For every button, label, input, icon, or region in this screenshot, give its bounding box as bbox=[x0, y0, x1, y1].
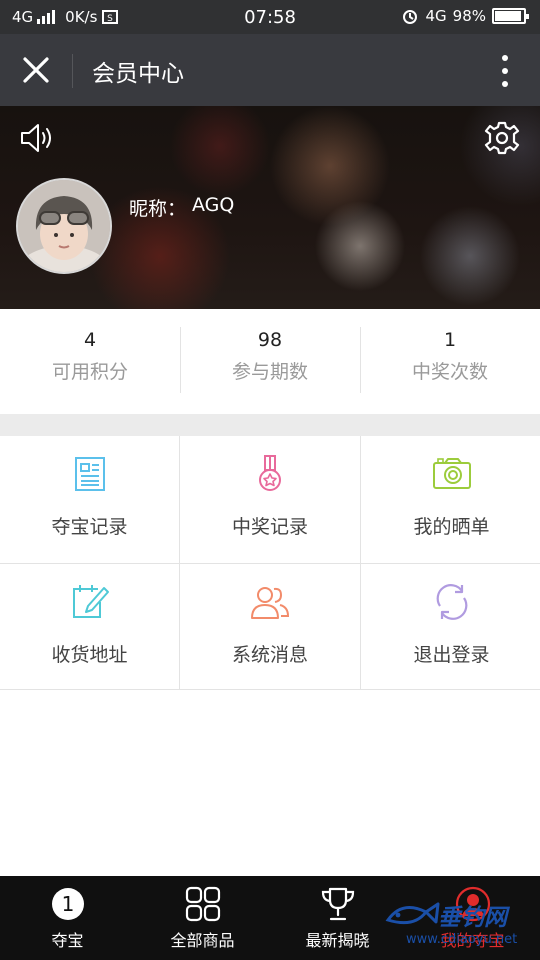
menu-label: 系统消息 bbox=[231, 644, 308, 666]
gear-icon bbox=[484, 121, 520, 155]
nav-item-treasure[interactable]: 1 夺宝 bbox=[0, 876, 135, 960]
status-bar: 4G 0K/s S 07:58 4G 98% bbox=[0, 0, 540, 34]
stat-value: 98 bbox=[257, 329, 283, 351]
stat-label: 中奖次数 bbox=[411, 361, 488, 383]
baby-avatar-image bbox=[18, 180, 110, 272]
number-one-icon: 1 bbox=[51, 888, 84, 920]
stat-label: 参与期数 bbox=[231, 361, 308, 383]
menu-label: 中奖记录 bbox=[231, 516, 308, 538]
trophy-icon bbox=[321, 887, 354, 921]
nav-label: 最新揭晓 bbox=[305, 931, 370, 950]
camera-icon bbox=[432, 458, 471, 489]
more-button[interactable] bbox=[490, 52, 520, 90]
status-right: 4G 98% bbox=[401, 7, 529, 25]
nav-item-latest-results[interactable]: 最新揭晓 bbox=[270, 876, 405, 960]
newspaper-icon bbox=[74, 457, 105, 491]
nav-item-all-products[interactable]: 全部商品 bbox=[135, 876, 270, 960]
nickname-label: 昵称： bbox=[129, 198, 187, 220]
nav-label: 全部商品 bbox=[170, 931, 235, 950]
close-button[interactable] bbox=[14, 48, 58, 92]
nav-label: 夺宝 bbox=[51, 931, 84, 950]
menu-grid: 夺宝记录 中奖记录 我的晒单 收货地址 系统消息 退出登录 bbox=[0, 436, 540, 691]
nav-badge: 1 bbox=[61, 892, 74, 916]
section-divider bbox=[0, 414, 540, 436]
close-icon bbox=[23, 57, 49, 83]
nickname: 昵称： AGQ bbox=[129, 194, 234, 221]
refresh-icon bbox=[436, 584, 467, 620]
speaker-icon bbox=[21, 124, 51, 152]
more-vertical-icon bbox=[502, 55, 508, 87]
network-type-right: 4G bbox=[425, 7, 447, 25]
sound-button[interactable] bbox=[18, 120, 58, 156]
title-bar: 会员中心 bbox=[0, 34, 540, 106]
menu-item-shipping-address[interactable]: 收货地址 bbox=[0, 564, 179, 691]
settings-button[interactable] bbox=[484, 120, 520, 156]
users-icon bbox=[251, 587, 290, 619]
nav-item-my-treasure[interactable]: 我的夺宝 bbox=[405, 876, 540, 960]
stat-value: 4 bbox=[83, 329, 97, 351]
stat-wins[interactable]: 1 中奖次数 bbox=[360, 309, 540, 414]
grid-icon bbox=[185, 886, 220, 922]
stat-label: 可用积分 bbox=[51, 361, 128, 383]
avatar[interactable] bbox=[16, 178, 112, 274]
menu-item-my-showcase[interactable]: 我的晒单 bbox=[361, 436, 540, 563]
alarm-icon bbox=[403, 10, 418, 24]
grid-bottom-border bbox=[0, 689, 540, 690]
menu-label: 我的晒单 bbox=[413, 516, 490, 538]
page-title: 会员中心 bbox=[92, 61, 184, 87]
menu-item-logout[interactable]: 退出登录 bbox=[361, 564, 540, 691]
menu-label: 收货地址 bbox=[51, 644, 128, 666]
edit-calendar-icon bbox=[72, 585, 109, 618]
battery-icon bbox=[492, 8, 529, 24]
nickname-value: AGQ bbox=[192, 194, 235, 216]
menu-label: 退出登录 bbox=[413, 644, 490, 666]
bottom-nav: 1 夺宝 全部商品 最新揭晓 我的夺宝 bbox=[0, 876, 540, 960]
menu-label: 夺宝记录 bbox=[51, 516, 128, 538]
title-divider bbox=[72, 54, 73, 88]
stat-points[interactable]: 4 可用积分 bbox=[0, 309, 180, 414]
menu-item-system-messages[interactable]: 系统消息 bbox=[180, 564, 360, 691]
stat-participations[interactable]: 98 参与期数 bbox=[180, 309, 360, 414]
medal-icon bbox=[259, 455, 281, 491]
stats-bar: 4 可用积分 98 参与期数 1 中奖次数 bbox=[0, 309, 540, 414]
nav-label: 我的夺宝 bbox=[440, 931, 505, 950]
menu-item-winning-records[interactable]: 中奖记录 bbox=[180, 436, 360, 563]
stat-value: 1 bbox=[443, 329, 457, 351]
user-icon bbox=[455, 886, 490, 922]
menu-item-treasure-records[interactable]: 夺宝记录 bbox=[0, 436, 179, 563]
profile-header: 昵称： AGQ bbox=[0, 106, 540, 309]
battery-percent: 98% bbox=[452, 7, 486, 25]
